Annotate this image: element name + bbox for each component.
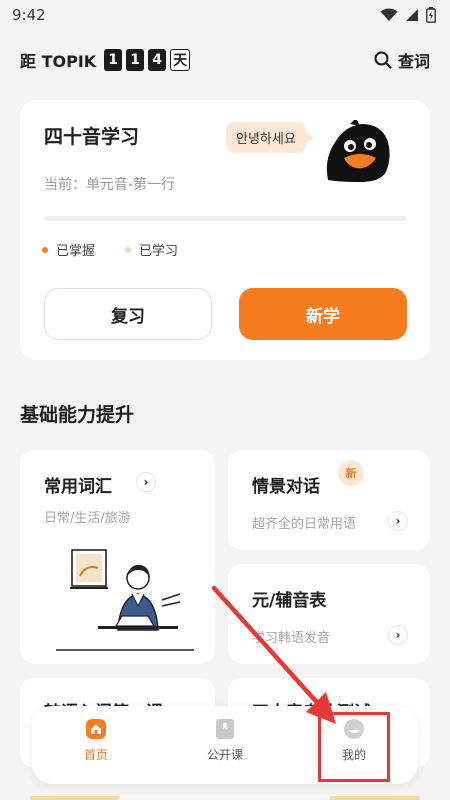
legend-learned-label: 已学习 xyxy=(139,244,179,259)
new-study-button[interactable]: 新学 xyxy=(239,288,407,340)
nav-courses[interactable]: 公开课 xyxy=(185,718,265,763)
vowels-title: 元/辅音表 xyxy=(252,591,327,611)
chevron-right-icon[interactable]: › xyxy=(388,625,408,645)
legend-mastered-label: 已掌握 xyxy=(56,244,96,259)
new-badge: 新 xyxy=(338,460,364,486)
countdown-digit: 1 xyxy=(126,49,145,71)
wifi-icon xyxy=(380,8,398,21)
card-title: 四十音学习 xyxy=(44,126,140,148)
progress-bar xyxy=(44,216,406,221)
lookup-label: 查词 xyxy=(397,52,430,71)
current-lesson: 当前：单元音-第一行 xyxy=(44,177,176,193)
nav-home-label: 首页 xyxy=(83,748,108,762)
lookup-button[interactable]: 查词 xyxy=(374,48,430,72)
nav-courses-label: 公开课 xyxy=(206,748,243,762)
greeting-bubble: 안녕하세요 xyxy=(226,122,314,153)
vocab-subtitle: 日常/生活/旅游 xyxy=(44,511,131,526)
vowels-subtitle: 学习韩语发音 xyxy=(252,631,331,646)
mastered-dot-icon xyxy=(42,246,48,253)
dialogue-title: 情景对话 xyxy=(252,477,320,497)
home-icon xyxy=(85,718,107,740)
countdown-digit: 4 xyxy=(148,49,167,71)
nav-home[interactable]: 首页 xyxy=(56,718,136,763)
learned-dot-icon xyxy=(125,246,132,253)
bottom-edge-decoration xyxy=(30,796,120,800)
section-title: 基础能力提升 xyxy=(20,404,135,426)
annotation-highlight-box xyxy=(318,712,390,782)
vocab-card[interactable]: 常用词汇 › 日常/生活/旅游 xyxy=(20,450,215,664)
status-time: 9:42 xyxy=(12,6,46,24)
dialogue-card[interactable]: 情景对话 新 超齐全的日常用语 › xyxy=(228,450,430,550)
vowels-card[interactable]: 元/辅音表 学习韩语发音 › xyxy=(228,564,430,664)
header: 距 TOPIK 1 1 4 天 查词 xyxy=(0,44,450,76)
search-icon xyxy=(374,51,392,69)
review-button[interactable]: 复习 xyxy=(44,288,212,340)
status-bar: 9:42 xyxy=(0,0,450,30)
countdown-label: 距 TOPIK xyxy=(20,52,97,71)
vocab-title: 常用词汇 xyxy=(44,477,112,497)
legend-learned: 已学习 xyxy=(125,240,178,259)
dialogue-subtitle: 超齐全的日常用语 xyxy=(252,517,357,532)
progress-legend: 已掌握 已学习 xyxy=(42,240,178,259)
countdown-unit: 天 xyxy=(170,49,191,71)
bottom-edge-decoration xyxy=(330,796,420,800)
chevron-right-icon[interactable]: › xyxy=(136,472,156,492)
topik-countdown[interactable]: 距 TOPIK 1 1 4 天 xyxy=(20,48,191,72)
student-illustration xyxy=(56,549,194,651)
signal-icon xyxy=(406,9,418,21)
book-icon xyxy=(214,718,236,740)
countdown-digit: 1 xyxy=(104,49,123,71)
status-icons xyxy=(380,7,436,23)
chevron-right-icon[interactable]: › xyxy=(388,511,408,531)
hangul-study-card[interactable]: 四十音学习 안녕하세요 当前：单元音-第一行 已掌握 已学习 复习 新学 xyxy=(20,100,430,360)
mascot-illustration xyxy=(326,120,390,182)
battery-icon xyxy=(426,7,436,23)
legend-mastered: 已掌握 xyxy=(42,240,95,259)
